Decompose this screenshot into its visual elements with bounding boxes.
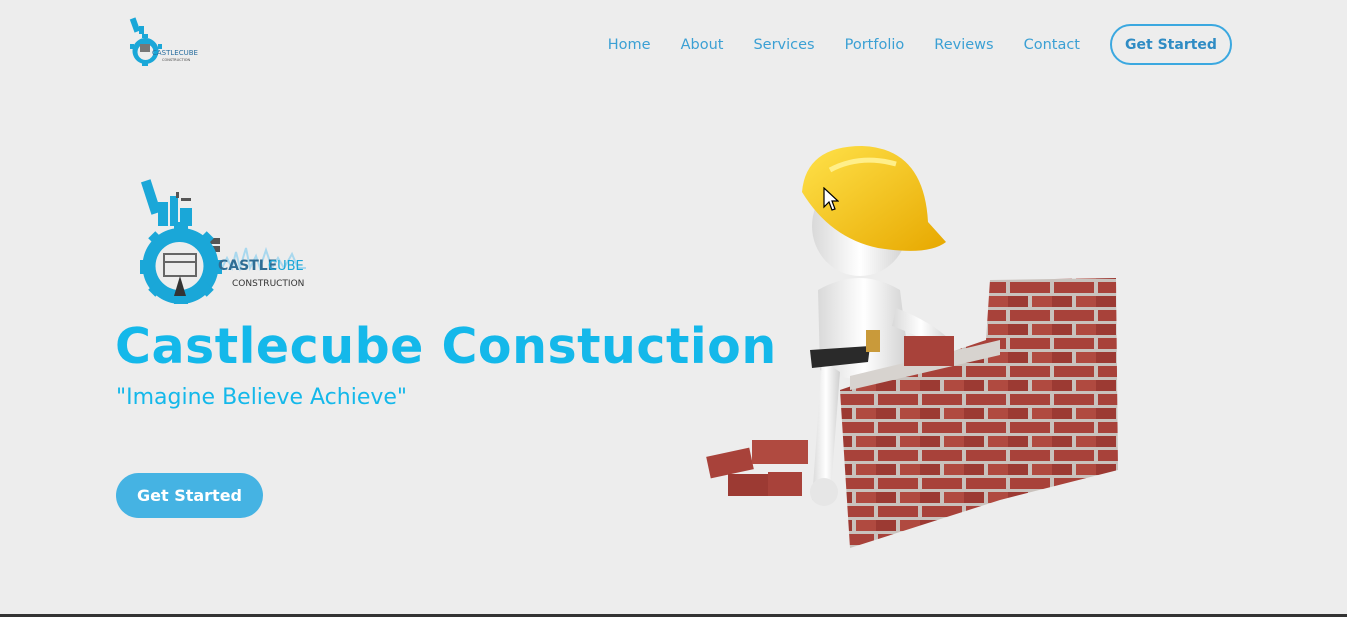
main-nav: Home About Services Portfolio Reviews Co… <box>608 24 1232 65</box>
nav-portfolio[interactable]: Portfolio <box>845 37 905 53</box>
nav-home[interactable]: Home <box>608 37 651 53</box>
page: CASTLECUBE CONSTRUCTION Home About Servi… <box>0 0 1347 617</box>
hero-get-started-button[interactable]: Get Started <box>116 473 263 518</box>
hero-logo-cube-text: CUBE <box>268 259 304 274</box>
hero-tagline: "Imagine Believe Achieve" <box>116 385 408 410</box>
header-logo[interactable]: CASTLECUBE CONSTRUCTION <box>122 14 200 72</box>
hero-logo-subtext: CONSTRUCTION <box>232 279 304 289</box>
nav-about[interactable]: About <box>681 37 724 53</box>
header-get-started-button[interactable]: Get Started <box>1110 24 1232 65</box>
nav-services[interactable]: Services <box>753 37 814 53</box>
site-header: CASTLECUBE CONSTRUCTION Home About Servi… <box>0 0 1347 90</box>
nav-contact[interactable]: Contact <box>1024 37 1080 53</box>
header-logo-text: CASTLECUBE <box>152 49 198 57</box>
hero-title: Castlecube Constuction <box>115 318 777 375</box>
hero-logo: CASTLE CUBE CONSTRUCTION <box>140 179 306 304</box>
bricklayer-figure-icon <box>706 146 1118 548</box>
nav-reviews[interactable]: Reviews <box>934 37 993 53</box>
mouse-cursor-icon <box>823 187 839 211</box>
header-logo-subtext: CONSTRUCTION <box>162 58 191 62</box>
